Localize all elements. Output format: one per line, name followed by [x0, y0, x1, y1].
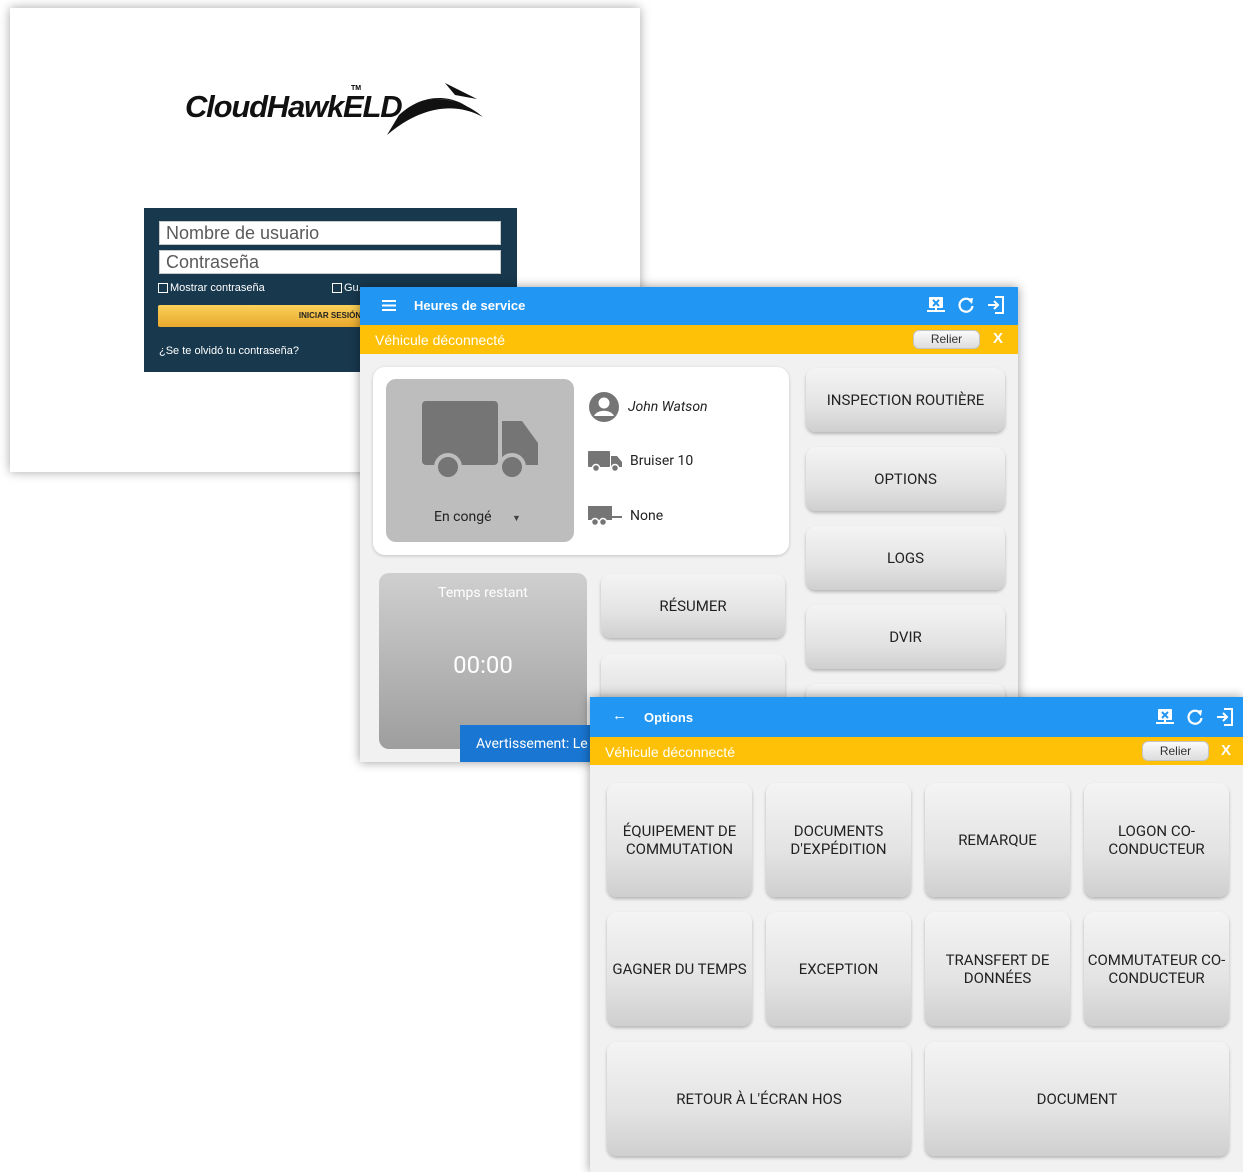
disconnected-device-icon[interactable] [926, 295, 946, 315]
logout-icon[interactable] [986, 295, 1006, 315]
exception-button[interactable]: EXCEPTION [766, 912, 911, 1026]
checkbox-icon [332, 283, 342, 293]
resume-button[interactable]: RÉSUMER [601, 574, 785, 638]
connect-button[interactable]: Relier [1142, 741, 1209, 761]
driver-avatar-icon [589, 392, 619, 422]
show-password-checkbox[interactable]: Mostrar contraseña [158, 282, 265, 294]
refresh-icon[interactable] [1185, 707, 1205, 727]
app-bar: ← Options [590, 697, 1243, 737]
back-arrow-icon[interactable]: ← [612, 707, 627, 724]
app-bar: Heures de service [360, 287, 1018, 325]
connect-button[interactable]: Relier [913, 330, 980, 349]
remark-button[interactable]: REMARQUE [925, 783, 1070, 897]
refresh-icon[interactable] [956, 295, 976, 315]
document-button[interactable]: DOCUMENT [925, 1042, 1229, 1156]
close-banner-button[interactable]: X [1221, 742, 1231, 759]
cloudhawk-eld-logo: CloudHawkELD TM [185, 83, 485, 143]
driver-row: John Watson [588, 391, 708, 423]
show-password-label: Mostrar contraseña [170, 282, 265, 294]
trailer-name: None [630, 508, 664, 524]
options-screen: ← Options Véhicule déconnecté Relier X É… [590, 697, 1243, 1172]
hours-of-service-screen: Heures de service Véhicule déconnecté Re… [360, 287, 1018, 762]
time-remaining-value: 00:00 [453, 651, 513, 679]
checkbox-icon [158, 283, 168, 293]
screenshot-canvas: CloudHawkELD TM Nombre de usuario Contra… [0, 0, 1243, 1172]
truck-icon [422, 401, 538, 481]
codriver-logon-button[interactable]: LOGON CO-CONDUCTEUR [1084, 783, 1229, 897]
vehicle-row: Bruiser 10 [588, 449, 693, 473]
driver-status-card: En congé ▼ John Watson Bruiser 10 None [373, 367, 789, 555]
password-field[interactable]: Contraseña [159, 250, 501, 274]
logout-icon[interactable] [1215, 707, 1235, 727]
username-field[interactable]: Nombre de usuario [159, 221, 501, 245]
driver-name: John Watson [628, 399, 708, 415]
forgot-password-link[interactable]: ¿Se te olvidó tu contraseña? [159, 345, 299, 357]
banner-text: Véhicule déconnecté [375, 332, 505, 348]
dvir-button[interactable]: DVIR [806, 605, 1005, 669]
logs-button[interactable]: LOGS [806, 526, 1005, 590]
roadside-inspection-button[interactable]: INSPECTION ROUTIÈRE [806, 368, 1005, 432]
vehicle-icon [588, 451, 622, 473]
trailer-row: None [588, 504, 663, 528]
gain-time-button[interactable]: GAGNER DU TEMPS [607, 912, 752, 1026]
vehicle-name: Bruiser 10 [630, 453, 694, 469]
options-button[interactable]: OPTIONS [806, 447, 1005, 511]
duty-status-label: En congé [434, 509, 492, 525]
disconnected-banner: Véhicule déconnecté Relier X [360, 325, 1018, 354]
back-to-hos-button[interactable]: RETOUR À L'ÉCRAN HOS [607, 1042, 911, 1156]
time-remaining-label: Temps restant [438, 585, 528, 601]
app-title: Heures de service [414, 298, 526, 313]
app-title: Options [644, 710, 694, 725]
close-banner-button[interactable]: X [993, 330, 1003, 347]
trailer-icon [588, 506, 622, 527]
switch-equipment-button[interactable]: ÉQUIPEMENT DE COMMUTATION [607, 783, 752, 897]
duty-status-selector[interactable]: En congé ▼ [386, 379, 574, 542]
disconnected-banner: Véhicule déconnecté Relier X [590, 737, 1243, 765]
dropdown-caret-icon: ▼ [512, 514, 521, 524]
time-remaining-panel: Temps restant 00:00 [379, 573, 587, 749]
codriver-switch-button[interactable]: COMMUTATEUR CO-CONDUCTEUR [1084, 912, 1229, 1026]
menu-icon[interactable] [382, 300, 396, 311]
banner-text: Véhicule déconnecté [605, 744, 735, 760]
disconnected-device-icon[interactable] [1155, 707, 1175, 727]
data-transfer-button[interactable]: TRANSFERT DE DONNÉES [925, 912, 1070, 1026]
shipping-documents-button[interactable]: DOCUMENTS D'EXPÉDITION [766, 783, 911, 897]
